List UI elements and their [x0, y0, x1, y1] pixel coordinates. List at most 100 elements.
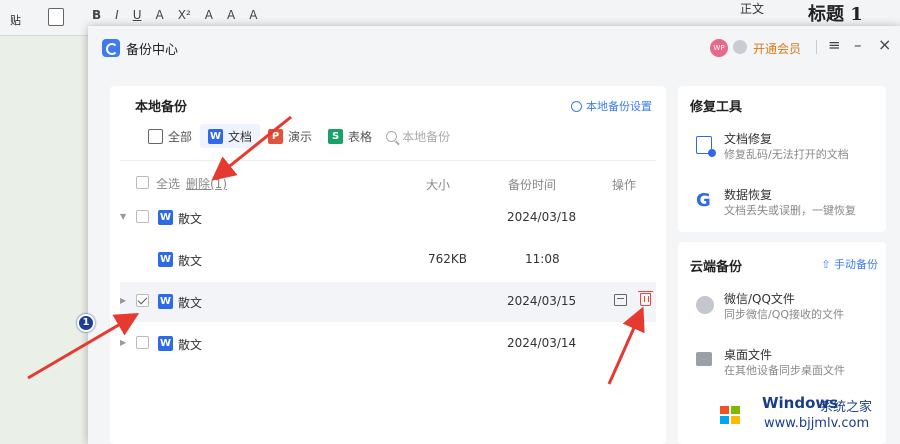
table-row[interactable]: ▶ W 散文 2024/03/14 [120, 324, 656, 364]
sheet-icon: S [328, 128, 344, 144]
search-icon [386, 130, 398, 142]
backup-date: 2024/03/18 [507, 210, 577, 224]
select-all-checkbox[interactable] [136, 176, 149, 189]
delete-selected-link[interactable]: 删除(1) [186, 175, 227, 192]
local-backup-panel: 本地备份 本地备份设置 全部 W 文档 P 演示 S 表格 本地备份 全选 删除… [110, 86, 666, 444]
local-backup-settings-label: 本地备份设置 [586, 100, 652, 113]
table-row[interactable]: ▶ W 散文 2024/03/15 [120, 282, 656, 322]
filter-documents-label: 文档 [228, 129, 253, 144]
minimize-icon[interactable]: – [854, 36, 862, 54]
item-description: 同步微信/QQ接收的文件 [724, 308, 845, 321]
vip-link[interactable]: 开通会员 [753, 40, 801, 57]
file-name: 散文 [178, 296, 203, 310]
watermark: Windows 系统之家 www.bjjmlv.com [708, 388, 898, 442]
avatar[interactable]: WP [710, 39, 728, 57]
filter-presentations[interactable]: P 演示 [260, 124, 320, 148]
font-color-button[interactable]: A [205, 8, 213, 22]
grid-icon [148, 128, 163, 144]
item-description: 在其他设备同步桌面文件 [724, 364, 845, 377]
desktop-files-item[interactable]: 桌面文件 在其他设备同步桌面文件 [690, 346, 880, 382]
cloud-backup-title: 云端备份 [690, 260, 743, 275]
header-divider-line [120, 160, 656, 161]
menu-icon[interactable]: ≡ [828, 36, 841, 54]
repair-tools-panel: 修复工具 文档修复 修复乱码/无法打开的文档 G 数据恢复 文档丢失或误删，一键… [678, 86, 886, 232]
backup-date: 2024/03/15 [507, 294, 577, 308]
data-recovery-tool[interactable]: G 数据恢复 文档丢失或误删，一键恢复 [690, 186, 880, 222]
tool-name: 文档修复 [724, 132, 773, 146]
open-file-icon[interactable] [614, 294, 627, 306]
watermark-site: 系统之家 [820, 400, 873, 415]
manual-backup-label: 手动备份 [834, 258, 878, 271]
select-all-label[interactable]: 全选 [156, 175, 180, 192]
file-size: 762KB [428, 252, 468, 266]
search-placeholder: 本地备份 [402, 129, 451, 144]
bold-button[interactable]: B [92, 8, 101, 22]
filter-presentations-label: 演示 [288, 129, 313, 144]
row-checkbox[interactable] [136, 210, 149, 223]
filter-all[interactable]: 全部 [140, 124, 200, 148]
underline-button[interactable]: U [133, 8, 142, 22]
table-row[interactable]: W 散文 762KB 11:08 [120, 240, 656, 280]
style-heading-1[interactable]: 标题 1 [808, 0, 863, 26]
filter-documents[interactable]: W 文档 [200, 124, 261, 148]
local-backup-search[interactable]: 本地备份 [386, 128, 450, 145]
filter-spreadsheets[interactable]: S 表格 [320, 124, 380, 148]
row-checkbox[interactable] [136, 294, 149, 307]
strikethrough-button[interactable]: A [156, 8, 164, 22]
column-action: 操作 [612, 178, 637, 192]
tool-description: 文档丢失或误删，一键恢复 [724, 204, 856, 217]
dialog-title: 备份中心 [126, 43, 179, 58]
paste-label[interactable]: 贴 [10, 12, 21, 28]
file-name: 散文 [178, 212, 203, 226]
expand-down-icon[interactable]: ▼ [120, 212, 126, 221]
header-divider [816, 40, 817, 54]
backup-center-dialog: 备份中心 WP 开通会员 ≡ – × 本地备份 本地备份设置 全部 W 文档 P… [88, 26, 900, 444]
filter-spreadsheets-label: 表格 [348, 129, 373, 144]
wechat-qq-files-item[interactable]: 微信/QQ文件 同步微信/QQ接收的文件 [690, 290, 880, 326]
text-effect-button[interactable]: A [249, 8, 257, 22]
dialog-header: 备份中心 WP 开通会员 ≡ – × [88, 26, 900, 70]
style-normal[interactable]: 正文 [740, 0, 764, 17]
word-icon: W [158, 210, 173, 225]
column-backup-time: 备份时间 [508, 178, 557, 192]
backup-logo-icon [102, 39, 120, 57]
item-name: 微信/QQ文件 [724, 292, 795, 306]
wechat-qq-icon [696, 296, 714, 314]
superscript-button[interactable]: X² [178, 8, 191, 22]
local-backup-settings-link[interactable]: 本地备份设置 [571, 98, 652, 114]
delete-icon[interactable] [638, 291, 653, 306]
data-recovery-icon: G [696, 190, 711, 211]
word-icon: W [208, 128, 224, 144]
backup-date: 2024/03/14 [507, 336, 577, 350]
word-icon: W [158, 252, 173, 267]
italic-button[interactable]: I [115, 8, 119, 22]
word-icon: W [158, 336, 173, 351]
table-row[interactable]: ▼ W 散文 2024/03/18 [120, 198, 656, 238]
expand-right-icon[interactable]: ▶ [120, 338, 126, 347]
format-toolbar: B I U A X² A A A [92, 8, 257, 22]
highlight-button[interactable]: A [227, 8, 235, 22]
local-backup-title: 本地备份 [135, 100, 188, 115]
tool-name: 数据恢复 [724, 188, 773, 202]
ppt-icon: P [268, 128, 284, 144]
document-repair-tool[interactable]: 文档修复 修复乱码/无法打开的文档 [690, 130, 880, 166]
word-icon: W [158, 294, 173, 309]
item-name: 桌面文件 [724, 348, 773, 362]
backup-time: 11:08 [525, 252, 560, 266]
gear-icon [571, 100, 582, 112]
file-type-filters: 全部 W 文档 P 演示 S 表格 本地备份 [140, 124, 450, 148]
tool-description: 修复乱码/无法打开的文档 [724, 148, 849, 161]
manual-backup-link[interactable]: ⇧ 手动备份 [821, 256, 878, 272]
step-badge: 1 [77, 314, 95, 332]
row-checkbox[interactable] [136, 336, 149, 349]
repair-tools-title: 修复工具 [690, 100, 743, 115]
file-name: 散文 [178, 254, 203, 268]
close-icon[interactable]: × [878, 35, 891, 54]
document-area [0, 36, 82, 444]
paste-icon[interactable] [48, 8, 64, 26]
watermark-url: www.bjjmlv.com [764, 416, 870, 431]
doc-repair-icon [696, 136, 716, 157]
filter-all-label: 全部 [168, 129, 193, 144]
expand-right-icon[interactable]: ▶ [120, 296, 126, 305]
vip-icon [733, 40, 747, 54]
